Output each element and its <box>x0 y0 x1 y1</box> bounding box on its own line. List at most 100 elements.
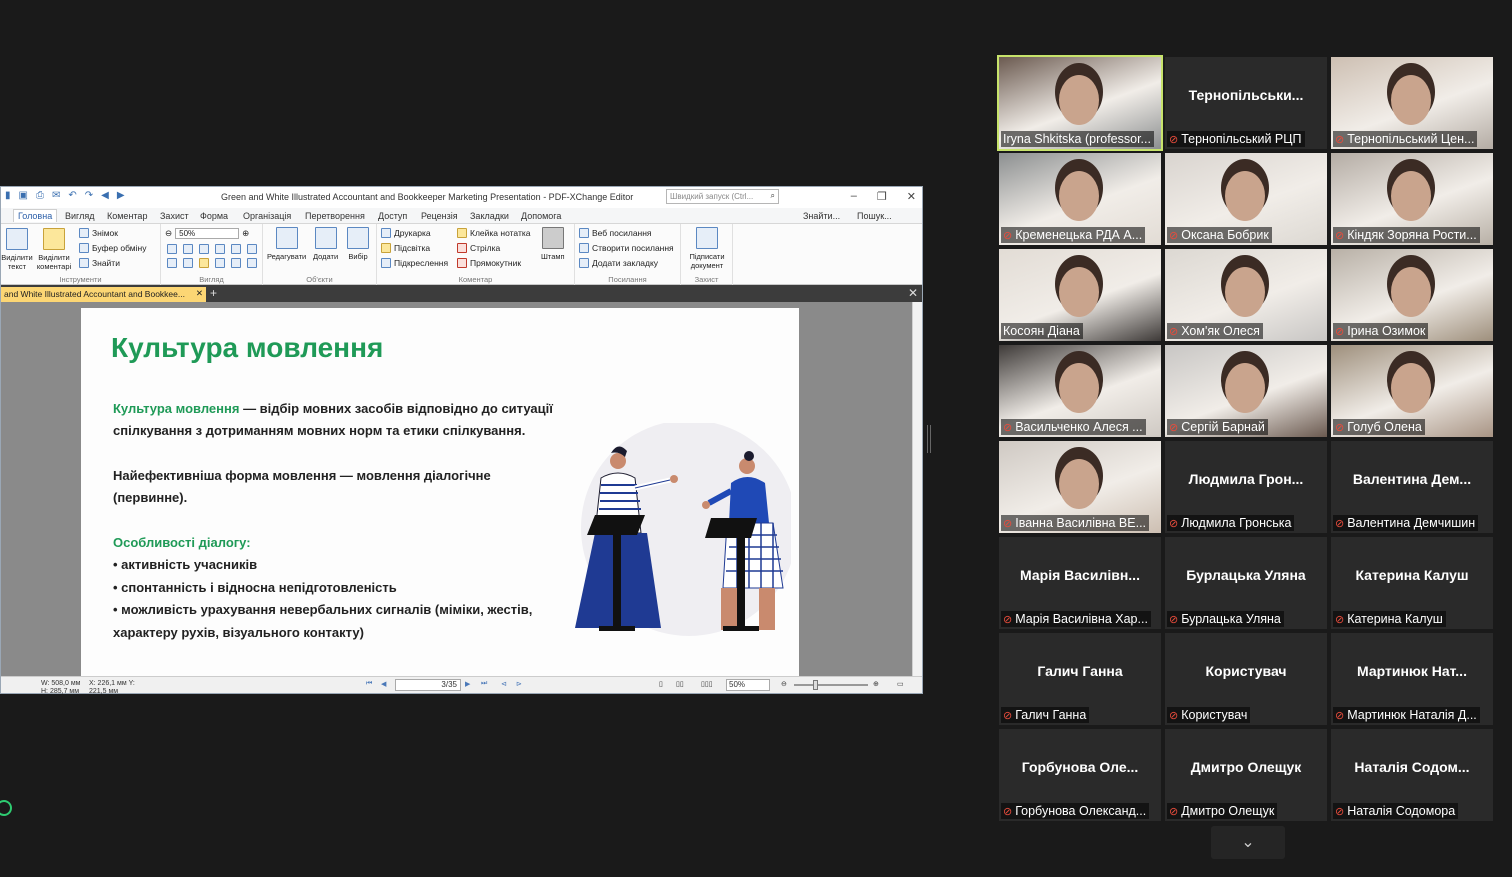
new-tab-button[interactable]: + <box>210 286 217 300</box>
edit-button[interactable]: Редагувати <box>267 227 306 261</box>
clipboard-button[interactable]: Буфер обміну <box>79 243 146 253</box>
participant-tile[interactable]: Косоян Діана <box>999 249 1161 341</box>
rectangle-button[interactable]: Прямокутник <box>457 258 521 268</box>
rotate-left-icon[interactable] <box>231 244 241 254</box>
participant-tile[interactable]: ⊘ Хом'як Олеся <box>1165 249 1327 341</box>
note-icon[interactable] <box>199 258 209 268</box>
page-icon[interactable] <box>215 244 225 254</box>
fullscreen-icon[interactable]: ▭ <box>897 680 904 688</box>
add-bookmark-button[interactable]: Додати закладку <box>579 258 658 268</box>
email-icon[interactable]: ✉ <box>52 190 60 201</box>
participant-tile[interactable]: Iryna Shkitska (professor... <box>997 55 1163 151</box>
participant-tile[interactable]: ⊘ Оксана Бобрик <box>1165 153 1327 245</box>
document-viewport[interactable]: Культура мовлення Культура мовлення — ві… <box>1 302 922 676</box>
participant-tile[interactable]: Тернопільськи... ⊘ Тернопільський РЦП <box>1165 57 1327 149</box>
select-text-button[interactable]: Виділити текст <box>1 228 33 271</box>
zoom-out-icon[interactable]: ⊖ <box>165 228 172 239</box>
panel-splitter[interactable] <box>927 425 931 453</box>
participant-tile[interactable]: Галич Ганна ⊘ Галич Ганна <box>999 633 1161 725</box>
zoom-in-icon[interactable]: ⊕ <box>873 680 879 688</box>
zoom-in-icon[interactable]: ⊕ <box>242 228 249 239</box>
tab-protect[interactable]: Захист <box>160 211 189 221</box>
participant-tile[interactable]: ⊘ Сергій Барнай <box>1165 345 1327 437</box>
document-tab[interactable]: and White Illustrated Accountant and Boo… <box>1 287 206 302</box>
tab-home[interactable]: Головна <box>13 209 58 222</box>
participant-tile[interactable]: ⊘ Ірина Озимок <box>1331 249 1493 341</box>
save-icon[interactable]: ▣ <box>19 190 28 201</box>
select-button[interactable]: Вибір <box>347 227 369 261</box>
web-links-button[interactable]: Веб посилання <box>579 228 652 238</box>
zoom-select[interactable]: 50% <box>175 228 240 239</box>
undo-icon[interactable]: ↶ <box>68 190 76 201</box>
rotate-right-icon[interactable] <box>247 244 257 254</box>
participant-tile[interactable]: ⊘ Іванна Василівна ВЕ... <box>999 441 1161 533</box>
participant-tile[interactable]: Горбунова Оле... ⊘ Горбунова Олександ... <box>999 729 1161 821</box>
participant-tile[interactable]: ⊘ Голуб Олена <box>1331 345 1493 437</box>
facing-icon[interactable]: ▯▯▯ <box>701 680 713 688</box>
tab-share[interactable]: Доступ <box>378 211 407 221</box>
print-icon[interactable]: ⎙ <box>36 190 44 201</box>
tab-bookmarks[interactable]: Закладки <box>470 211 509 221</box>
close-button[interactable]: ✕ <box>907 190 916 203</box>
redo-icon[interactable]: ↷ <box>85 190 93 201</box>
zoom-slider-track[interactable] <box>794 684 868 686</box>
add-button[interactable]: Додати <box>313 227 338 261</box>
zoom-slider-thumb[interactable] <box>813 680 818 690</box>
page-icon[interactable] <box>183 244 193 254</box>
open-icon[interactable]: ▮ <box>5 190 11 201</box>
participant-tile[interactable]: Дмитро Олещук ⊘ Дмитро Олещук <box>1165 729 1327 821</box>
participant-tile[interactable]: Марія Василівн... ⊘ Марія Василівна Хар... <box>999 537 1161 629</box>
layers-icon[interactable] <box>247 258 257 268</box>
next-page-icon[interactable]: ▶ <box>465 680 470 688</box>
participant-tile[interactable]: Бурлацька Уляна ⊘ Бурлацька Уляна <box>1165 537 1327 629</box>
page-icon[interactable] <box>167 244 177 254</box>
tab-form[interactable]: Форма <box>200 211 228 221</box>
forward-icon[interactable]: ▶ <box>117 190 125 201</box>
underline-button[interactable]: Підкреслення <box>381 258 448 268</box>
participant-tile[interactable]: ⊘ Кіндяк Зоряна Рости... <box>1331 153 1493 245</box>
participant-tile[interactable]: Людмила Грон... ⊘ Людмила Гронська <box>1165 441 1327 533</box>
find-button[interactable]: Знайти... <box>803 211 840 221</box>
last-page-icon[interactable]: ⏭ <box>481 680 487 688</box>
participant-tile[interactable]: Користувач ⊘ Користувач <box>1165 633 1327 725</box>
back-icon[interactable]: ◀ <box>101 190 109 201</box>
zoom-out-icon[interactable]: ⊖ <box>781 680 787 688</box>
select-comments-button[interactable]: Виділити коментарі <box>33 228 75 271</box>
prev-page-icon[interactable]: ◀ <box>381 680 386 688</box>
gallery-next-page-button[interactable]: ⌄ <box>1211 826 1285 859</box>
highlight-button[interactable]: Підсвітка <box>381 243 430 253</box>
attachment-icon[interactable] <box>215 258 225 268</box>
single-page-icon[interactable]: ▯ <box>659 680 663 688</box>
quick-launch-input[interactable]: Швидкий запуск (Ctrl... ⌕ <box>666 189 779 204</box>
participant-tile[interactable]: ⊘ Васильченко Алеся ... <box>999 345 1161 437</box>
tab-review[interactable]: Рецензія <box>421 211 458 221</box>
participant-tile[interactable]: Наталія Содом... ⊘ Наталія Содомора <box>1331 729 1493 821</box>
page-icon[interactable] <box>199 244 209 254</box>
participant-tile[interactable]: Мартинюк Нат... ⊘ Мартинюк Наталія Д... <box>1331 633 1493 725</box>
tab-help[interactable]: Допомога <box>521 211 561 221</box>
zoom-control[interactable]: ⊖ 50% ⊕ <box>165 228 249 239</box>
create-link-button[interactable]: Створити посилання <box>579 243 674 253</box>
image-icon[interactable] <box>231 258 241 268</box>
arrow-button[interactable]: Стрілка <box>457 243 500 253</box>
sticky-note-button[interactable]: Клейка нотатка <box>457 228 530 238</box>
page-icon[interactable] <box>183 258 193 268</box>
participant-tile[interactable]: ⊘ Кременецька РДА А... <box>999 153 1161 245</box>
first-page-icon[interactable]: ⏮ <box>366 680 372 688</box>
participant-tile[interactable]: Валентина Дем... ⊘ Валентина Демчишин <box>1331 441 1493 533</box>
find-tool-button[interactable]: Знайти <box>79 258 120 268</box>
close-tab-icon[interactable]: ✕ <box>196 288 203 299</box>
forward-view-icon[interactable]: ⊳ <box>516 680 522 688</box>
sign-document-button[interactable]: Підписати документ <box>685 227 729 270</box>
tab-view[interactable]: Вигляд <box>65 211 95 221</box>
tab-organize[interactable]: Організація <box>243 211 291 221</box>
snapshot-button[interactable]: Знімок <box>79 228 118 238</box>
back-view-icon[interactable]: ⊲ <box>501 680 507 688</box>
participant-tile[interactable]: ⊘ Тернопільський Цен... <box>1331 57 1493 149</box>
restore-button[interactable]: ❐ <box>877 190 887 203</box>
vertical-scrollbar[interactable] <box>912 302 922 676</box>
zoom-dropdown[interactable]: 50% <box>726 679 770 691</box>
bookmark-icon[interactable] <box>167 258 177 268</box>
close-all-icon[interactable]: ✕ <box>908 286 918 300</box>
tab-convert[interactable]: Перетворення <box>305 211 365 221</box>
